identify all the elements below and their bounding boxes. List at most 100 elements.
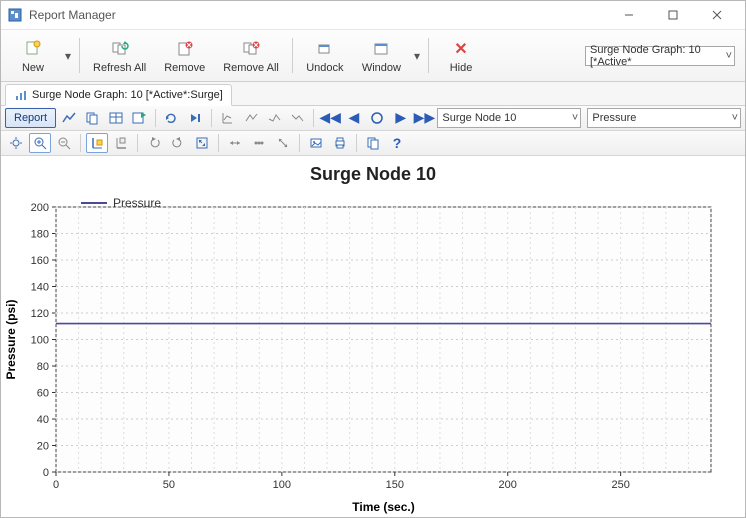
param-combo-value: Pressure	[592, 112, 636, 124]
svg-text:160: 160	[31, 255, 49, 267]
svg-text:140: 140	[31, 282, 49, 294]
active-report-combo[interactable]: Surge Node Graph: 10 [*Active* ˅	[585, 46, 735, 66]
zoom-in-icon[interactable]	[29, 133, 51, 153]
report-manager-window: Report Manager New ▾ Refresh All	[0, 0, 746, 518]
undock-icon	[316, 38, 334, 60]
measure-x-icon[interactable]	[272, 133, 294, 153]
chart-tab-icon	[14, 88, 28, 102]
remove-all-icon	[242, 38, 260, 60]
active-report-value: Surge Node Graph: 10 [*Active*	[590, 44, 722, 68]
chart-plot[interactable]: 0204060801001201401601802000501001502002…	[1, 187, 731, 517]
new-label: New	[22, 62, 44, 74]
export-image-icon[interactable]	[305, 133, 327, 153]
axis-lock-y-icon[interactable]	[86, 133, 108, 153]
svg-text:40: 40	[37, 414, 49, 426]
undock-button[interactable]: Undock	[297, 32, 353, 79]
legend-swatch	[81, 202, 107, 204]
close-button[interactable]	[695, 1, 739, 29]
svg-text:180: 180	[31, 229, 49, 241]
report-label: Report	[14, 112, 47, 124]
report-button[interactable]: Report	[5, 108, 56, 128]
measure-h-icon[interactable]	[224, 133, 246, 153]
graph-toolbar-2: ?	[1, 131, 745, 156]
svg-text:100: 100	[273, 479, 291, 491]
window-label: Window	[362, 62, 401, 74]
print-icon[interactable]	[329, 133, 351, 153]
window-button[interactable]: Window	[353, 35, 410, 77]
svg-text:0: 0	[53, 479, 59, 491]
nav-stop-icon[interactable]	[367, 108, 388, 128]
window-dropdown[interactable]: ▾	[410, 49, 424, 63]
svg-text:100: 100	[31, 335, 49, 347]
measure-dots-icon[interactable]	[248, 133, 270, 153]
fit-icon[interactable]	[191, 133, 213, 153]
maximize-button[interactable]	[651, 1, 695, 29]
table-export-icon[interactable]	[128, 108, 149, 128]
app-icon	[7, 7, 23, 23]
tabstrip: Surge Node Graph: 10 [*Active*:Surge]	[1, 82, 745, 105]
hide-label: Hide	[450, 62, 473, 74]
help-label: ?	[393, 135, 402, 151]
axis-settings-icon[interactable]	[217, 108, 238, 128]
window-icon	[372, 38, 390, 60]
chevron-down-icon: ˅	[568, 112, 578, 124]
window-title: Report Manager	[29, 8, 607, 22]
hide-button[interactable]: ✕ Hide	[433, 32, 489, 79]
svg-text:200: 200	[499, 479, 517, 491]
nav-next-icon[interactable]: ▶	[390, 108, 411, 128]
tab-surge-node-graph[interactable]: Surge Node Graph: 10 [*Active*:Surge]	[5, 84, 232, 106]
plots-c-icon[interactable]	[287, 108, 308, 128]
tab-label: Surge Node Graph: 10 [*Active*:Surge]	[32, 89, 223, 101]
axis-lock-x-icon[interactable]	[110, 133, 132, 153]
svg-text:20: 20	[37, 441, 49, 453]
refresh-icon	[111, 38, 129, 60]
zoom-out-icon[interactable]	[53, 133, 75, 153]
param-combo[interactable]: Pressure ˅	[587, 108, 741, 128]
svg-text:Pressure (psi): Pressure (psi)	[4, 299, 18, 379]
svg-text:60: 60	[37, 388, 49, 400]
table-icon[interactable]	[105, 108, 126, 128]
copy-icon[interactable]	[81, 108, 102, 128]
svg-text:Time (sec.): Time (sec.)	[352, 500, 414, 514]
hide-icon: ✕	[454, 38, 467, 60]
remove-icon	[176, 38, 194, 60]
refresh-all-button[interactable]: Refresh All	[84, 32, 155, 79]
new-dropdown[interactable]: ▾	[61, 49, 75, 63]
refresh-chart-icon[interactable]	[161, 108, 182, 128]
line-chart-icon[interactable]	[58, 108, 79, 128]
svg-text:80: 80	[37, 361, 49, 373]
new-icon	[24, 38, 42, 60]
node-combo-value: Surge Node 10	[442, 112, 516, 124]
svg-text:250: 250	[611, 479, 629, 491]
legend: Pressure	[81, 196, 161, 210]
remove-button[interactable]: Remove	[155, 32, 214, 79]
new-button[interactable]: New	[5, 35, 61, 77]
undock-label: Undock	[306, 62, 343, 74]
nav-prev-icon[interactable]: ◀	[343, 108, 364, 128]
svg-text:0: 0	[43, 467, 49, 479]
node-combo[interactable]: Surge Node 10 ˅	[437, 108, 581, 128]
copy-chart-icon[interactable]	[362, 133, 384, 153]
nav-first-icon[interactable]: ◀◀	[319, 108, 341, 128]
to-end-icon[interactable]	[184, 108, 205, 128]
legend-label: Pressure	[113, 196, 161, 210]
svg-text:150: 150	[386, 479, 404, 491]
pan-icon[interactable]	[5, 133, 27, 153]
chevron-down-icon: ˅	[728, 112, 738, 124]
plots-a-icon[interactable]	[240, 108, 261, 128]
nav-last-icon[interactable]: ▶▶	[413, 108, 435, 128]
remove-all-label: Remove All	[223, 62, 279, 74]
plots-b-icon[interactable]	[263, 108, 284, 128]
remove-all-button[interactable]: Remove All	[214, 32, 288, 79]
undo-icon[interactable]	[143, 133, 165, 153]
minimize-button[interactable]	[607, 1, 651, 29]
chart-title: Surge Node 10	[1, 156, 745, 187]
chart-area: Surge Node 10 Pressure 02040608010012014…	[1, 156, 745, 517]
chevron-down-icon: ˅	[722, 50, 732, 62]
main-toolbar: New ▾ Refresh All Remove Remove All	[1, 30, 745, 82]
help-icon[interactable]: ?	[386, 133, 408, 153]
titlebar: Report Manager	[1, 1, 745, 30]
remove-label: Remove	[164, 62, 205, 74]
svg-text:200: 200	[31, 202, 49, 214]
redo-icon[interactable]	[167, 133, 189, 153]
